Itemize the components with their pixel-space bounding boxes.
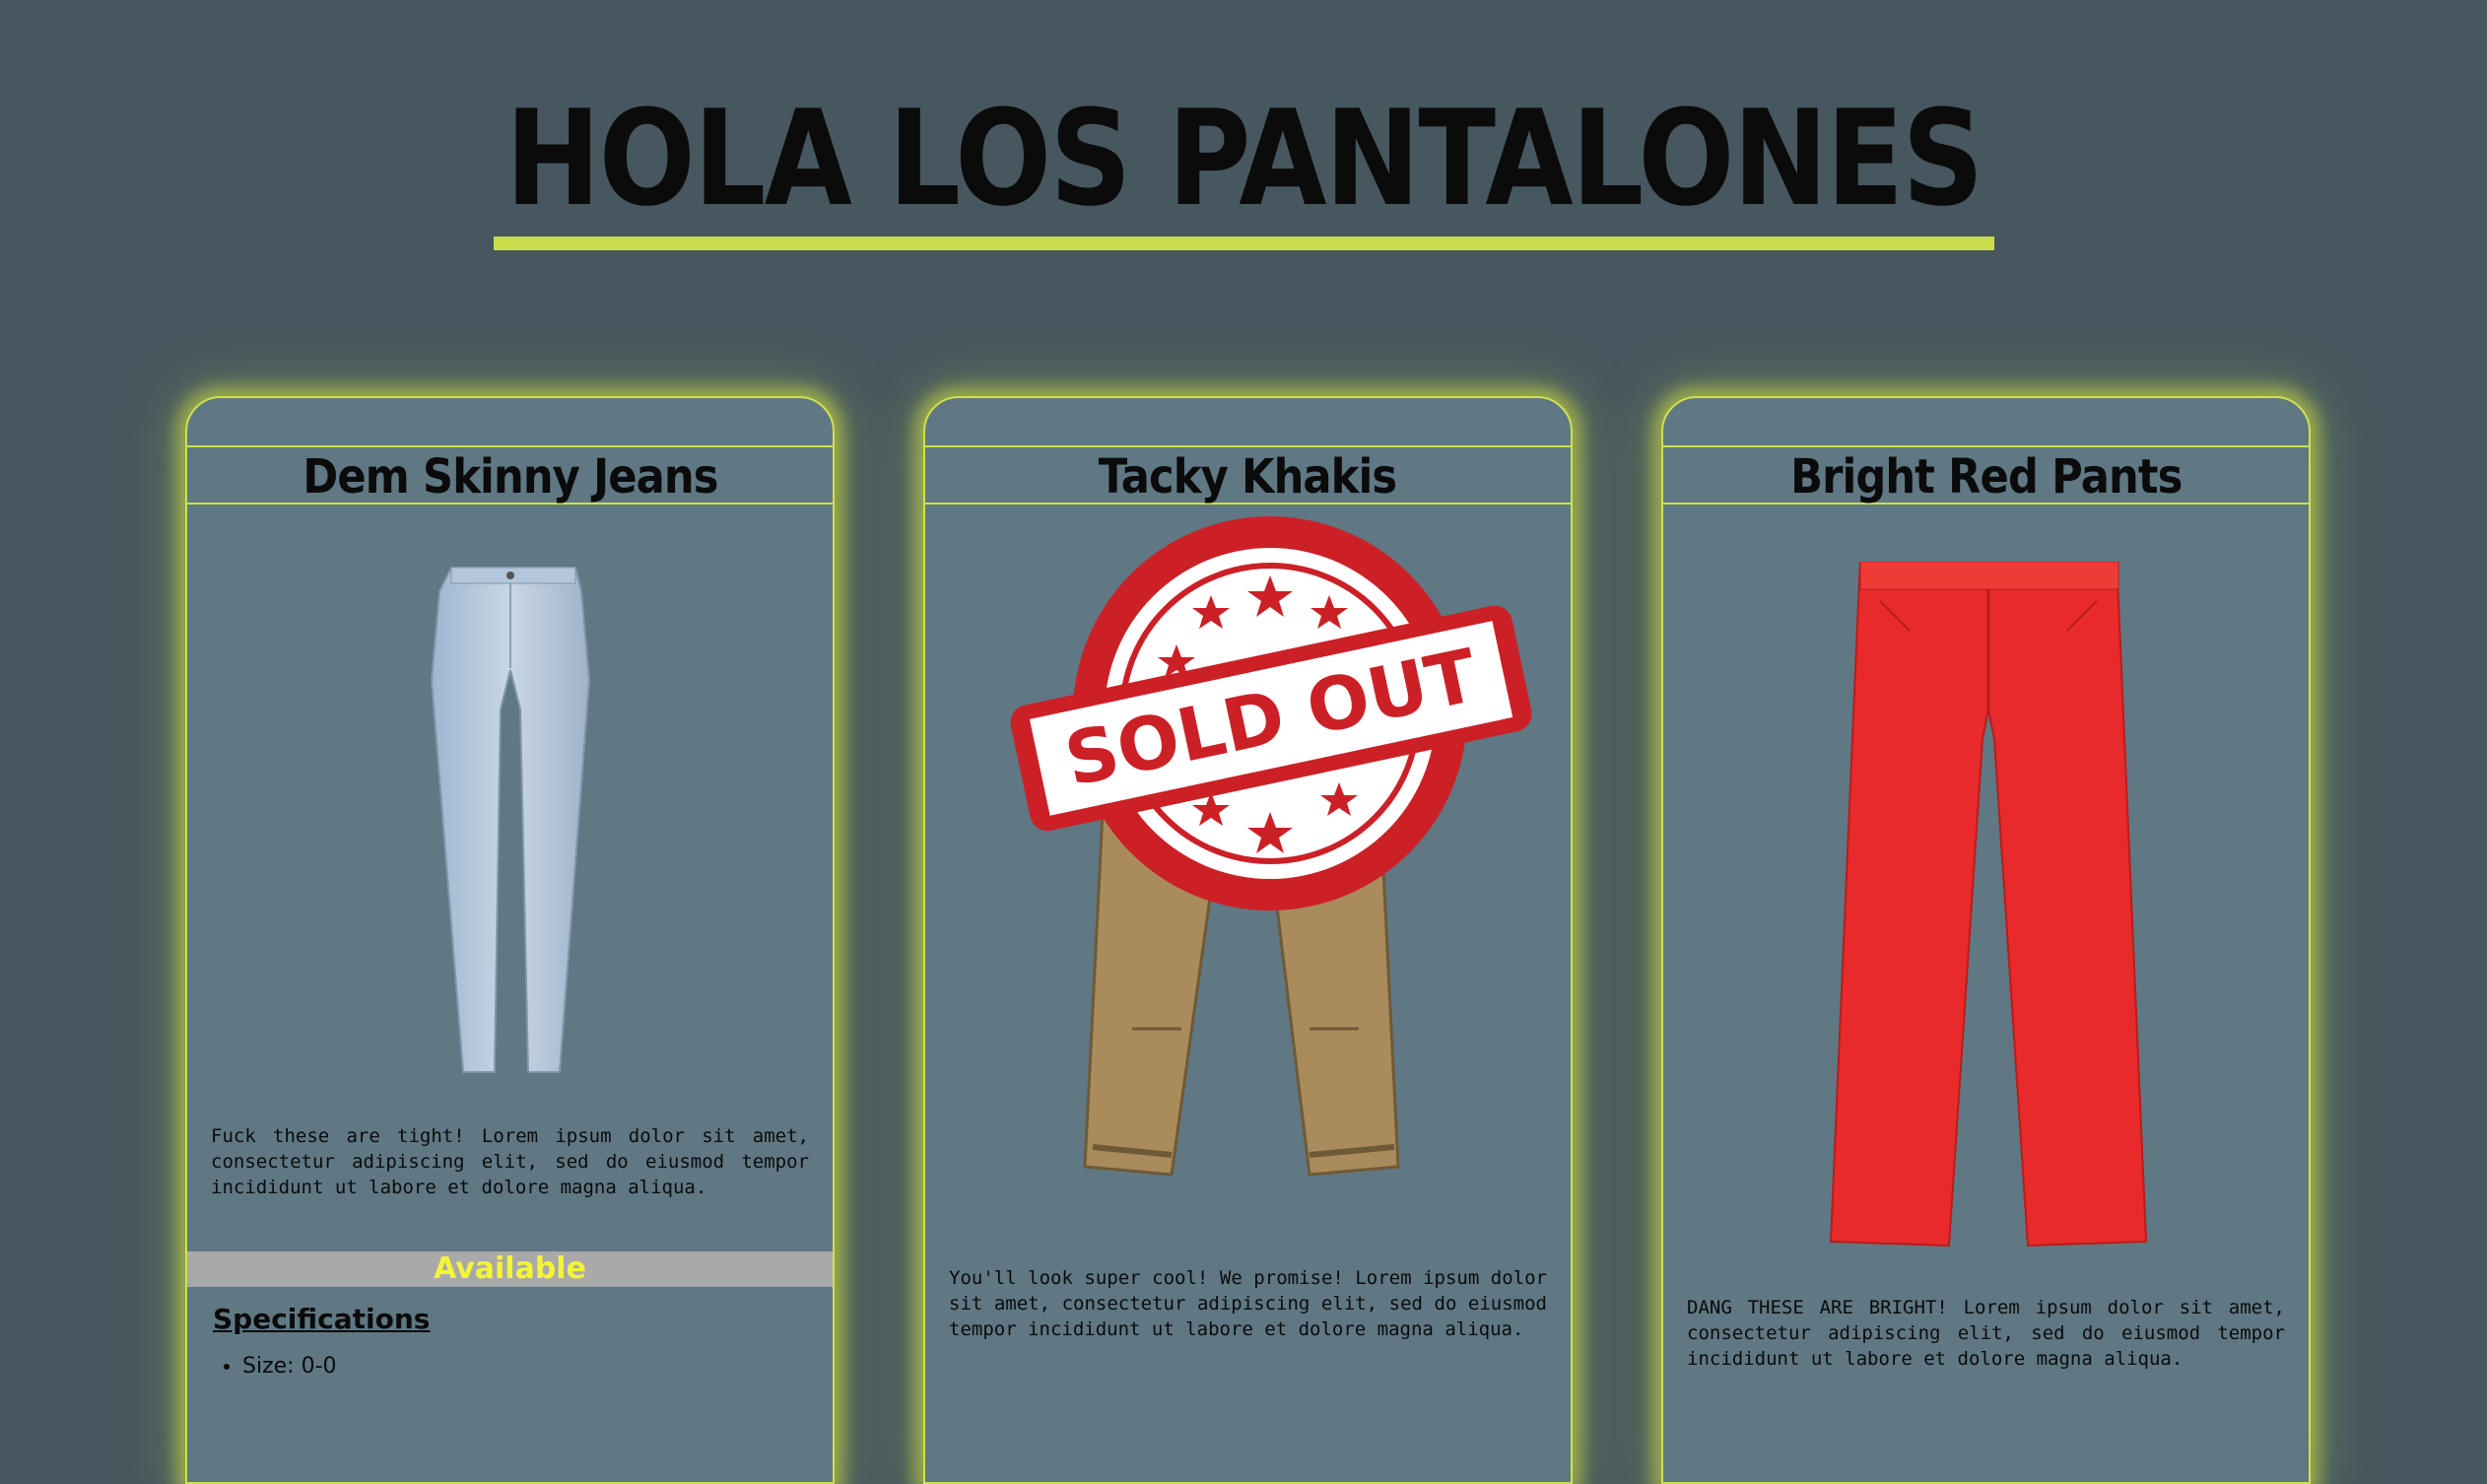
product-description: Fuck these are tight! Lorem ipsum dolor …: [211, 1125, 809, 1198]
card-header: Bright Red Pants: [1663, 445, 2309, 505]
page-title: HOLA LOS PANTALONES: [493, 85, 1994, 250]
page-header: HOLA LOS PANTALONES: [0, 85, 2487, 250]
red-pants-image: [1829, 562, 2148, 1248]
spec-item: Size: 0-0: [242, 1354, 337, 1379]
product-card-skinny-jeans[interactable]: Dem Skinny Jeans Fuck these are tight! L…: [185, 396, 835, 1484]
spec-list: Size: 0-0: [213, 1354, 337, 1379]
sold-out-stamp: SOLD OUT: [1010, 516, 1532, 911]
card-header: Tacky Khakis: [925, 445, 1571, 505]
jeans-image: [430, 567, 591, 1073]
product-title: Bright Red Pants: [1789, 449, 2183, 505]
product-card-red-pants[interactable]: Bright Red Pants DANG THESE ARE BRIGHT! …: [1661, 396, 2311, 1484]
card-header: Dem Skinny Jeans: [187, 445, 833, 505]
availability-badge: Available: [187, 1251, 833, 1287]
product-card-khakis[interactable]: Tacky Khakis SOLD OUT You'll look super …: [923, 396, 1573, 1484]
product-description: You'll look super cool! We promise! Lore…: [949, 1267, 1547, 1340]
product-description: DANG THESE ARE BRIGHT! Lorem ipsum dolor…: [1687, 1297, 2285, 1370]
specifications-heading[interactable]: Specifications: [213, 1303, 430, 1335]
product-title: Dem Skinny Jeans: [302, 449, 718, 505]
